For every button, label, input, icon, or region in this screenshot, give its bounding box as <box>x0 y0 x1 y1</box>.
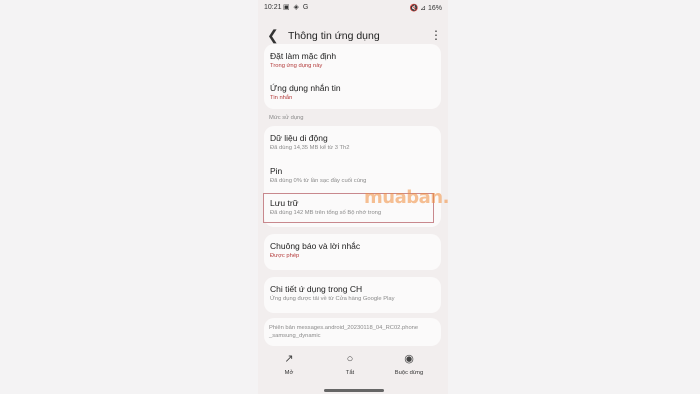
open-external-icon: ↗ <box>284 353 294 365</box>
force-stop-icon: ◉ <box>404 353 414 365</box>
open-button[interactable]: ↗ Mở <box>264 352 314 376</box>
row-store-details[interactable]: Chi tiết ứ dụng trong CH Ứng dụng được t… <box>270 284 430 302</box>
row-subtitle: Ứng dụng được tải về từ Cửa hàng Google … <box>270 296 395 302</box>
status-right: 🔇 ⊿ 16% <box>409 5 442 12</box>
row-battery[interactable]: Pin Đã dùng 0% từ lần sạc đầy cuối cùng <box>270 166 430 184</box>
row-set-default[interactable]: Đặt làm mặc định Trong ứng dụng này <box>270 51 430 69</box>
version-text: Phiên bản messages.android_20230118_04_R… <box>269 325 419 339</box>
row-title: Pin <box>270 166 283 176</box>
row-mobile-data[interactable]: Dữ liệu di động Đã dùng 14,35 MB kể từ 3… <box>270 133 430 151</box>
nav-gesture-handle[interactable] <box>324 389 384 392</box>
row-title: Đặt làm mặc định <box>270 51 337 61</box>
open-label: Mở <box>284 370 294 376</box>
notifications-card: Chuông báo và lời nhắc Được phép <box>264 234 441 270</box>
more-options-icon[interactable]: ⋮ <box>430 27 442 43</box>
row-subtitle: Tin nhắn <box>270 95 293 101</box>
section-label-usage: Mức sử dụng <box>269 115 304 121</box>
status-bar: 10:21 ▣ ◈ G 🔇 ⊿ 16% <box>258 0 448 17</box>
disable-button[interactable]: ○ Tắt <box>325 352 375 376</box>
status-time: 10:21 <box>264 4 282 11</box>
row-title: Chuông báo và lời nhắc <box>270 241 361 251</box>
store-card: Chi tiết ứ dụng trong CH Ứng dụng được t… <box>264 277 441 313</box>
row-title: Dữ liệu di động <box>270 133 328 143</box>
watermark: muaban.net <box>364 187 448 208</box>
back-arrow-icon[interactable]: ❮ <box>267 27 281 43</box>
bottom-action-bar: ↗ Mở ○ Tắt ◉ Buộc dừng <box>258 352 448 386</box>
force-stop-label: Buộc dừng <box>394 370 424 376</box>
row-title: Ứng dụng nhắn tin <box>270 83 341 93</box>
row-sms-app[interactable]: Ứng dụng nhắn tin Tin nhắn <box>270 83 430 101</box>
row-subtitle: Đã dùng 0% từ lần sạc đầy cuối cùng <box>270 178 367 184</box>
notification-icons: ▣ ◈ G <box>283 4 310 11</box>
defaults-card: Đặt làm mặc định Trong ứng dụng này Ứng … <box>264 44 441 109</box>
disable-icon: ○ <box>346 353 354 365</box>
phone-screen: 10:21 ▣ ◈ G 🔇 ⊿ 16% ❮ Thông tin ứng dụng… <box>258 0 448 394</box>
row-subtitle: Được phép <box>270 253 300 259</box>
force-stop-button[interactable]: ◉ Buộc dừng <box>384 352 434 376</box>
row-subtitle: Đã dùng 14,35 MB kể từ 3 Th2 <box>270 145 350 151</box>
row-title: Chi tiết ứ dụng trong CH <box>270 284 363 294</box>
row-notifications[interactable]: Chuông báo và lời nhắc Được phép <box>270 241 430 259</box>
row-subtitle: Trong ứng dụng này <box>270 63 323 69</box>
page-title: Thông tin ứng dụng <box>288 30 380 42</box>
disable-label: Tắt <box>345 370 355 376</box>
